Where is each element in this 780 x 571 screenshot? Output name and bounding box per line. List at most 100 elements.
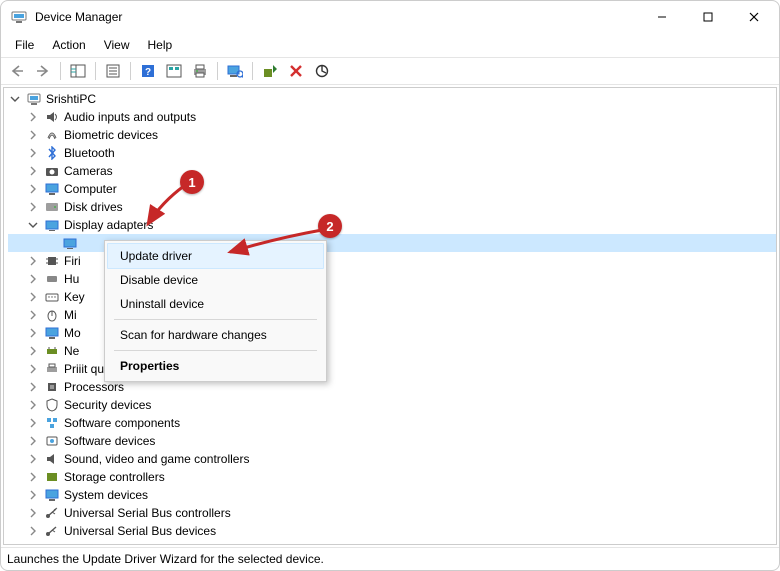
chevron-right-icon[interactable]: [26, 506, 40, 520]
tree-root-label: SrishtiPC: [46, 92, 96, 106]
context-menu: Update driver Disable device Uninstall d…: [104, 240, 327, 382]
ctx-separator: [114, 350, 317, 351]
back-button[interactable]: [5, 59, 29, 83]
chevron-right-icon[interactable]: [26, 470, 40, 484]
tree-root[interactable]: SrishtiPC: [8, 90, 776, 108]
chevron-down-icon[interactable]: [26, 218, 40, 232]
menubar: File Action View Help: [1, 33, 779, 57]
camera-icon: [44, 163, 60, 179]
chevron-right-icon[interactable]: [26, 110, 40, 124]
cpu-icon: [44, 379, 60, 395]
scan-hardware-button[interactable]: [223, 59, 247, 83]
printer-icon: [44, 361, 60, 377]
chevron-right-icon[interactable]: [26, 254, 40, 268]
fingerprint-icon: [44, 127, 60, 143]
tree-item-bluetooth[interactable]: Bluetooth: [8, 144, 776, 162]
update-driver-button[interactable]: [258, 59, 282, 83]
chevron-right-icon[interactable]: [26, 416, 40, 430]
speaker-icon: [44, 109, 60, 125]
ctx-separator: [114, 319, 317, 320]
display-adapter-icon: [62, 235, 78, 251]
speaker-icon: [44, 451, 60, 467]
annotation-badge-2: 2: [318, 214, 342, 238]
disable-device-button[interactable]: [310, 59, 334, 83]
help-button[interactable]: ?: [136, 59, 160, 83]
computer-icon: [26, 91, 42, 107]
menu-view[interactable]: View: [96, 36, 138, 54]
minimize-button[interactable]: [639, 1, 685, 33]
network-icon: [44, 343, 60, 359]
chevron-right-icon[interactable]: [26, 326, 40, 340]
system-icon: [44, 487, 60, 503]
chip-icon: [44, 253, 60, 269]
tree-item-usb-controllers[interactable]: Universal Serial Bus controllers: [8, 504, 776, 522]
device-tree[interactable]: SrishtiPC Audio inputs and outputs Biome…: [3, 87, 777, 545]
menu-action[interactable]: Action: [44, 36, 93, 54]
ctx-disable-device[interactable]: Disable device: [108, 268, 323, 292]
annotation-badge-1: 1: [180, 170, 204, 194]
software-icon: [44, 433, 60, 449]
usb-icon: [44, 523, 60, 539]
tree-item-display-adapters[interactable]: Display adapters: [8, 216, 776, 234]
window-title: Device Manager: [35, 10, 122, 24]
tree-item-cameras[interactable]: Cameras: [8, 162, 776, 180]
print-button[interactable]: [188, 59, 212, 83]
tree-item-usb-devices[interactable]: Universal Serial Bus devices: [8, 522, 776, 540]
ctx-scan-hardware[interactable]: Scan for hardware changes: [108, 323, 323, 347]
device-manager-window: Device Manager File Action View Help ?: [0, 0, 780, 571]
chevron-right-icon[interactable]: [26, 290, 40, 304]
app-icon: [11, 9, 27, 25]
ctx-uninstall-device[interactable]: Uninstall device: [108, 292, 323, 316]
chevron-right-icon[interactable]: [26, 308, 40, 322]
chevron-right-icon[interactable]: [26, 524, 40, 538]
tree-item-software-devices[interactable]: Software devices: [8, 432, 776, 450]
chevron-right-icon[interactable]: [26, 398, 40, 412]
monitor-icon: [44, 181, 60, 197]
uninstall-device-button[interactable]: [284, 59, 308, 83]
tree-item-storage[interactable]: Storage controllers: [8, 468, 776, 486]
tree-item-disk-drives[interactable]: Disk drives: [8, 198, 776, 216]
close-button[interactable]: [731, 1, 777, 33]
bluetooth-icon: [44, 145, 60, 161]
chevron-right-icon[interactable]: [26, 344, 40, 358]
chevron-right-icon[interactable]: [26, 146, 40, 160]
menu-help[interactable]: Help: [140, 36, 181, 54]
toolbar: ?: [1, 57, 779, 85]
tree-item-biometric[interactable]: Biometric devices: [8, 126, 776, 144]
tree-item-audio[interactable]: Audio inputs and outputs: [8, 108, 776, 126]
shield-icon: [44, 397, 60, 413]
show-hide-tree-button[interactable]: [66, 59, 90, 83]
component-icon: [44, 415, 60, 431]
storage-icon: [44, 469, 60, 485]
tree-item-software-components[interactable]: Software components: [8, 414, 776, 432]
tree-item-security[interactable]: Security devices: [8, 396, 776, 414]
properties-button[interactable]: [101, 59, 125, 83]
action-center-button[interactable]: [162, 59, 186, 83]
menu-file[interactable]: File: [7, 36, 42, 54]
chevron-right-icon[interactable]: [26, 164, 40, 178]
chevron-right-icon[interactable]: [26, 380, 40, 394]
blank-twisty: [44, 236, 58, 250]
chevron-down-icon[interactable]: [8, 92, 22, 106]
forward-button[interactable]: [31, 59, 55, 83]
ctx-update-driver[interactable]: Update driver: [107, 243, 324, 269]
keyboard-icon: [44, 289, 60, 305]
chevron-right-icon[interactable]: [26, 434, 40, 448]
titlebar: Device Manager: [1, 1, 779, 33]
chevron-right-icon[interactable]: [26, 452, 40, 466]
chevron-right-icon[interactable]: [26, 272, 40, 286]
chevron-right-icon[interactable]: [26, 200, 40, 214]
monitor-icon: [44, 325, 60, 341]
maximize-button[interactable]: [685, 1, 731, 33]
chevron-right-icon[interactable]: [26, 182, 40, 196]
tree-item-computer[interactable]: Computer: [8, 180, 776, 198]
chevron-right-icon[interactable]: [26, 362, 40, 376]
tree-item-sound[interactable]: Sound, video and game controllers: [8, 450, 776, 468]
chevron-right-icon[interactable]: [26, 488, 40, 502]
tree-item-system[interactable]: System devices: [8, 486, 776, 504]
ctx-properties[interactable]: Properties: [108, 354, 323, 378]
hid-icon: [44, 271, 60, 287]
mouse-icon: [44, 307, 60, 323]
status-bar: Launches the Update Driver Wizard for th…: [1, 547, 779, 570]
chevron-right-icon[interactable]: [26, 128, 40, 142]
